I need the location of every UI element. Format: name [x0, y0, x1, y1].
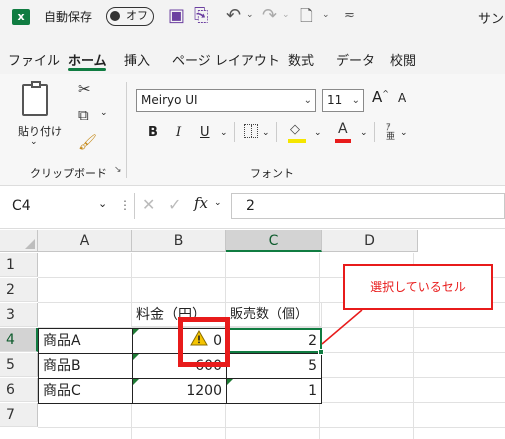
paste-icon[interactable] — [22, 81, 48, 116]
active-tab-indicator — [68, 68, 106, 71]
select-all-corner[interactable] — [0, 230, 38, 252]
column-header-d[interactable]: D — [322, 230, 418, 252]
customize-qat-icon[interactable]: ≂ — [344, 8, 355, 23]
undo-dropdown-icon[interactable]: ⌄ — [246, 10, 254, 20]
cell-a4[interactable]: 商品A — [38, 328, 133, 354]
font-color-icon[interactable]: A — [338, 121, 348, 137]
fill-color-icon[interactable]: ◇ — [290, 122, 300, 137]
name-box-value: C4 — [12, 198, 31, 214]
chevron-down-icon: ⌄ — [351, 95, 360, 106]
fx-dropdown-icon[interactable]: ⌄ — [214, 198, 222, 208]
formula-input[interactable]: 2 — [231, 193, 505, 219]
font-name-value: Meiryo UI — [141, 93, 198, 107]
print-preview-icon[interactable]: 🗋 — [300, 5, 313, 32]
annotation-highlight-box — [178, 317, 230, 367]
row-header-6[interactable]: 6 — [0, 378, 38, 402]
error-indicator-icon — [133, 379, 139, 385]
underline-dropdown-icon[interactable]: ⌄ — [220, 128, 228, 138]
error-indicator-icon — [133, 329, 139, 335]
cell-b6[interactable]: 1200 — [132, 378, 227, 404]
font-name-select[interactable]: Meiryo UI ⌄ — [136, 89, 316, 112]
cancel-icon[interactable]: ✕ — [142, 195, 155, 214]
shrink-font-label: A — [398, 91, 406, 105]
cell-c6-value: 1 — [308, 383, 317, 399]
row-header-4[interactable]: 4 — [0, 328, 38, 352]
error-indicator-icon — [227, 379, 233, 385]
phonetic-dropdown-icon[interactable]: ⌄ — [400, 128, 408, 138]
tab-review[interactable]: 校閲 — [390, 50, 420, 69]
borders-dropdown-icon[interactable]: ⌄ — [262, 128, 270, 138]
grow-font-button[interactable]: A^ — [372, 88, 389, 106]
cut-icon[interactable]: ✂ — [78, 80, 91, 98]
tab-data[interactable]: データ — [336, 50, 375, 69]
redo-dropdown-icon[interactable]: ⌄ — [282, 10, 290, 20]
ribbon-separator — [374, 122, 375, 142]
cell-b6-value: 1200 — [186, 383, 222, 399]
print-dropdown-icon[interactable]: ⌄ — [322, 10, 330, 20]
column-header-a[interactable]: A — [38, 230, 132, 252]
tab-insert[interactable]: 挿入 — [124, 50, 150, 69]
save-icon[interactable]: ▣ — [168, 5, 185, 26]
ribbon-separator — [234, 122, 235, 142]
bold-button[interactable]: B — [148, 125, 158, 140]
phonetic-guide-icon[interactable]: ｱ亜 — [386, 124, 395, 142]
ribbon-separator — [134, 193, 135, 219]
row-header-1[interactable]: 1 — [0, 253, 38, 277]
ribbon-separator — [276, 122, 277, 142]
fill-color-dropdown-icon[interactable]: ⌄ — [314, 128, 322, 138]
callout-pointer-line — [321, 309, 363, 345]
row-header-3[interactable]: 3 — [0, 303, 38, 327]
shrink-font-button[interactable]: A — [398, 91, 406, 105]
column-header-b[interactable]: B — [132, 230, 226, 252]
excel-logo-icon: x — [12, 9, 30, 25]
grow-font-label: A — [372, 88, 383, 106]
copy-dropdown-icon[interactable]: ⌄ — [100, 108, 108, 118]
selected-cell-outline — [226, 328, 322, 353]
chevron-down-icon: ⌄ — [303, 95, 312, 106]
error-indicator-icon — [133, 354, 139, 360]
cell-c5[interactable]: 5 — [226, 353, 322, 379]
row-header-7[interactable]: 7 — [0, 403, 38, 427]
save-as-icon[interactable]: ⎘ — [194, 5, 208, 26]
underline-button[interactable]: U — [200, 125, 210, 140]
font-group-label: フォント — [250, 167, 294, 180]
row-header-5[interactable]: 5 — [0, 353, 38, 377]
font-color-swatch — [335, 139, 351, 143]
redo-icon[interactable]: ↷ — [262, 5, 277, 26]
tab-home[interactable]: ホーム — [68, 50, 107, 69]
autosave-toggle[interactable]: オフ — [106, 7, 154, 26]
row-header-2[interactable]: 2 — [0, 278, 38, 302]
cell-c3[interactable]: 販売数（個） — [226, 303, 322, 327]
format-painter-icon[interactable]: 🖌 — [78, 133, 97, 151]
fill-color-swatch — [288, 139, 306, 143]
cell-c6[interactable]: 1 — [226, 378, 322, 404]
font-size-select[interactable]: 11 ⌄ — [322, 89, 364, 112]
tab-formulas[interactable]: 数式 — [288, 50, 314, 69]
more-options-icon[interactable]: ⋮ — [119, 198, 131, 212]
ribbon-separator — [126, 82, 127, 178]
document-name: サン — [478, 12, 505, 27]
name-box-dropdown-icon[interactable]: ⌄ — [98, 197, 107, 210]
paste-label[interactable]: 貼り付け — [18, 123, 62, 139]
tab-page-layout[interactable]: ページ レイアウト — [172, 50, 280, 69]
insert-function-button[interactable]: fx — [194, 194, 208, 212]
autosave-label: 自動保存 — [44, 10, 93, 24]
borders-icon[interactable] — [244, 124, 258, 138]
font-size-value: 11 — [327, 93, 343, 107]
font-color-dropdown-icon[interactable]: ⌄ — [360, 128, 368, 138]
cell-a5[interactable]: 商品B — [38, 353, 133, 379]
tab-file[interactable]: ファイル — [8, 50, 60, 69]
italic-button[interactable]: I — [176, 125, 181, 140]
clipboard-launcher-icon[interactable]: ↘ — [114, 165, 122, 175]
clipboard-group-label: クリップボード — [30, 167, 107, 180]
copy-icon[interactable]: ⧉ — [78, 106, 89, 124]
cell-a6[interactable]: 商品C — [38, 378, 133, 404]
undo-icon[interactable]: ↶ — [226, 5, 241, 26]
enter-icon[interactable]: ✓ — [168, 195, 181, 214]
paste-dropdown-icon[interactable]: ⌄ — [30, 137, 38, 147]
column-header-c[interactable]: C — [226, 230, 322, 252]
